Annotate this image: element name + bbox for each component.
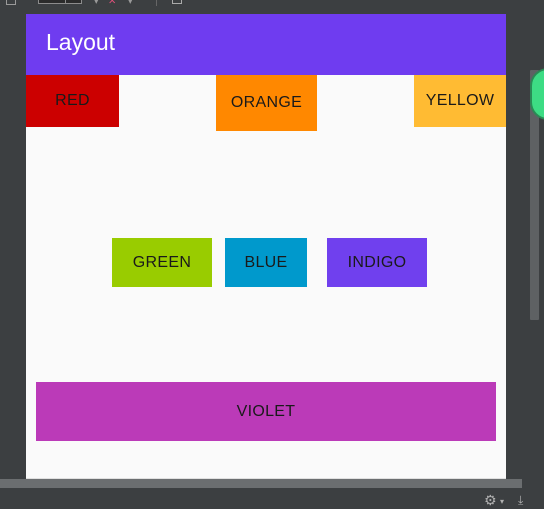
error-icon[interactable]: ✕: [108, 0, 116, 7]
ide-toolbar: ▾ ✕ ▾: [0, 0, 544, 14]
red-button[interactable]: RED: [26, 75, 119, 127]
document-icon[interactable]: [172, 0, 182, 4]
yellow-button[interactable]: YELLOW: [414, 75, 506, 127]
green-button[interactable]: GREEN: [112, 238, 212, 287]
download-icon[interactable]: ⤓: [518, 494, 523, 506]
violet-button[interactable]: VIOLET: [36, 382, 496, 441]
app-title: Layout: [46, 29, 116, 55]
status-strip: [0, 488, 544, 506]
device-preview: Layout RED ORANGE YELLOW GREEN BLUE INDI…: [26, 14, 506, 484]
toolbar-divider: [156, 0, 157, 6]
chevron-down-icon[interactable]: ▾: [94, 0, 99, 7]
indigo-button[interactable]: INDIGO: [327, 238, 427, 287]
blue-button[interactable]: BLUE: [225, 238, 307, 287]
device-selector-field[interactable]: [38, 0, 82, 4]
chevron-down-icon[interactable]: ▾: [500, 498, 504, 506]
app-bar: Layout: [26, 14, 506, 75]
refresh-icon[interactable]: [6, 0, 16, 5]
chevron-down-icon[interactable]: ▾: [128, 0, 133, 7]
orange-button[interactable]: ORANGE: [216, 75, 317, 131]
horizontal-scrollbar-thumb[interactable]: [0, 479, 522, 488]
